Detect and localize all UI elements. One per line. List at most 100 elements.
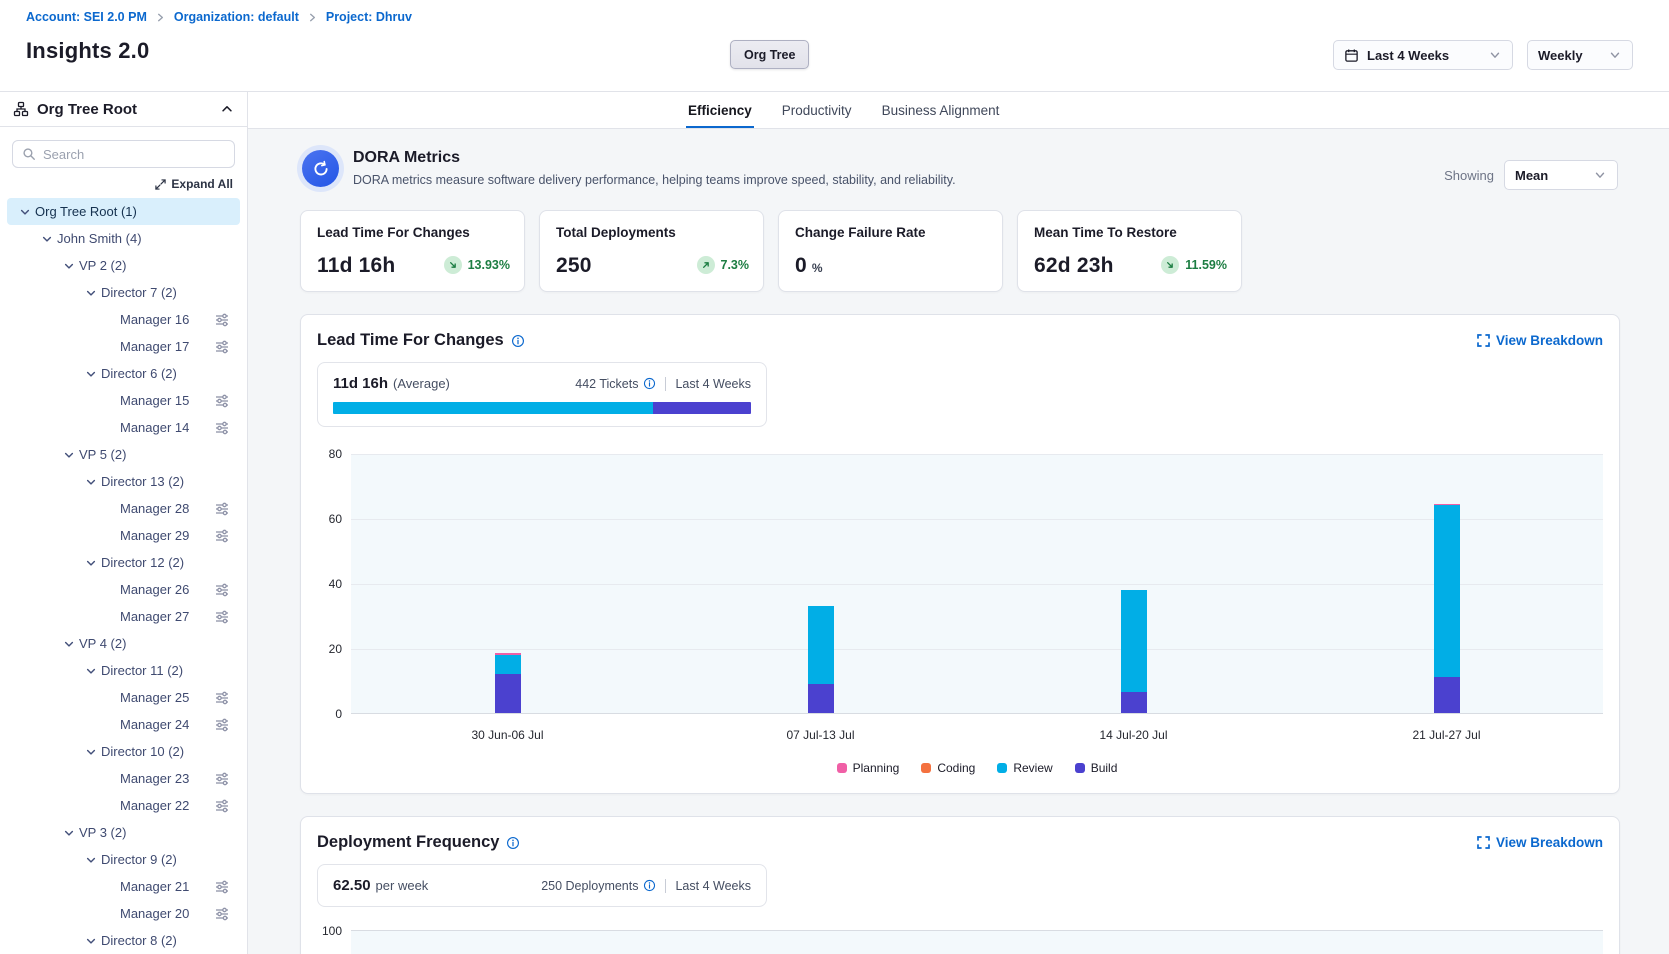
breadcrumb-link[interactable]: Project: Dhruv [326,10,412,24]
tree-item[interactable]: Director 12 (2) [7,549,240,576]
info-icon[interactable] [643,377,656,390]
filters-button[interactable] [214,501,230,517]
stacked-bar[interactable] [1121,590,1147,714]
filters-button[interactable] [214,312,230,328]
collapse-sidebar-button[interactable] [220,102,234,116]
filters-button[interactable] [214,906,230,922]
tree-item[interactable]: Director 9 (2) [7,846,240,873]
tree-expand-toggle[interactable] [85,854,97,866]
legend-item-coding[interactable]: Coding [921,761,975,775]
sidebar-search[interactable] [12,140,235,168]
tree-item[interactable]: Director 11 (2) [7,657,240,684]
filters-button[interactable] [214,582,230,598]
filters-button[interactable] [214,879,230,895]
tree-expand-toggle[interactable] [85,557,97,569]
expand-all-button[interactable]: Expand All [155,177,233,191]
filters-button[interactable] [214,798,230,814]
filters-button[interactable] [214,771,230,787]
tree-expand-toggle[interactable] [85,287,97,299]
filters-button[interactable] [214,528,230,544]
breadcrumb-link[interactable]: Account: SEI 2.0 PM [26,10,147,24]
legend-item-review[interactable]: Review [997,761,1052,775]
tree-expand-toggle[interactable] [63,449,75,461]
showing-select[interactable]: Mean [1504,160,1618,190]
tree-item[interactable]: Director 8 (2) [7,927,240,954]
tree-item[interactable]: Manager 14 [7,414,240,441]
tree-item[interactable]: Manager 27 [7,603,240,630]
tree-item[interactable]: Manager 28 [7,495,240,522]
tree-item[interactable]: Director 6 (2) [7,360,240,387]
trend-up-icon [701,260,711,270]
stacked-bar[interactable] [808,606,834,713]
stacked-bar[interactable] [495,653,521,713]
org-tree-button[interactable]: Org Tree [730,40,809,69]
tree-expand-toggle[interactable] [85,935,97,947]
tree-item[interactable]: Manager 23 [7,765,240,792]
tree-expand-toggle[interactable] [41,233,53,245]
trend-down-icon [1165,260,1175,270]
filters-button[interactable] [214,690,230,706]
breadcrumb-link[interactable]: Organization: default [174,10,299,24]
chevron-right-icon [307,12,318,23]
view-breakdown-link[interactable]: View Breakdown [1477,333,1603,348]
filters-button[interactable] [214,339,230,355]
tree-item[interactable]: Manager 15 [7,387,240,414]
info-icon[interactable] [643,879,656,892]
tree-item[interactable]: VP 2 (2) [7,252,240,279]
tree-item[interactable]: Manager 21 [7,873,240,900]
plot-area [351,454,1603,714]
filters-button[interactable] [214,393,230,409]
tree-item[interactable]: Manager 24 [7,711,240,738]
tree-expand-toggle[interactable] [63,260,75,272]
tree-item[interactable]: VP 4 (2) [7,630,240,657]
filters-button[interactable] [214,420,230,436]
y-tick-label: 40 [329,577,342,591]
app-header: Account: SEI 2.0 PM Organization: default… [0,0,1669,92]
tree-item[interactable]: Manager 29 [7,522,240,549]
tree-item[interactable]: John Smith (4) [7,225,240,252]
info-icon[interactable] [511,334,525,348]
tree-expand-toggle[interactable] [85,665,97,677]
filters-button[interactable] [214,609,230,625]
granularity-select[interactable]: Weekly [1527,40,1633,70]
tree-item[interactable]: Manager 20 [7,900,240,927]
y-tick-label: 20 [329,642,342,656]
tree-expand-toggle[interactable] [63,827,75,839]
tree-expand-toggle[interactable] [85,746,97,758]
tree-expand-toggle[interactable] [85,476,97,488]
tree-expand-toggle[interactable] [19,206,31,218]
tab-efficiency[interactable]: Efficiency [688,92,752,128]
tree-item[interactable]: Director 10 (2) [7,738,240,765]
tree-expand-toggle[interactable] [63,638,75,650]
tree-item[interactable]: Org Tree Root (1) [7,198,240,225]
tree-item-label: VP 3 (2) [79,825,126,840]
tree-item[interactable]: Director 13 (2) [7,468,240,495]
tab-productivity[interactable]: Productivity [782,92,852,128]
tree-item[interactable]: Manager 22 [7,792,240,819]
stacked-bar[interactable] [1434,504,1460,713]
tree-item[interactable]: VP 3 (2) [7,819,240,846]
search-input[interactable] [43,147,225,162]
chevron-down-icon [1488,48,1502,62]
filters-button[interactable] [214,717,230,733]
tree-item[interactable]: Manager 17 [7,333,240,360]
range-label: Last 4 Weeks [675,377,751,391]
legend-item-planning[interactable]: Planning [837,761,900,775]
tree-item[interactable]: Director 7 (2) [7,279,240,306]
tree-item[interactable]: Manager 25 [7,684,240,711]
tree-item[interactable]: VP 5 (2) [7,441,240,468]
tree-item-label: Manager 22 [120,798,189,813]
view-breakdown-link[interactable]: View Breakdown [1477,835,1603,850]
lead-time-title: Lead Time For Changes [317,331,504,350]
tree-item[interactable]: Manager 16 [7,306,240,333]
tree-item[interactable]: Manager 26 [7,576,240,603]
x-tick-label: 30 Jun-06 Jul [471,728,543,742]
tab-business-alignment[interactable]: Business Alignment [882,92,1000,128]
breadcrumb-separator [155,12,166,23]
date-range-select[interactable]: Last 4 Weeks [1333,40,1513,70]
tree-item-label: Manager 14 [120,420,189,435]
legend-item-build[interactable]: Build [1075,761,1118,775]
info-icon[interactable] [506,836,520,850]
tree-item-label: Director 9 (2) [101,852,177,867]
tree-expand-toggle[interactable] [85,368,97,380]
